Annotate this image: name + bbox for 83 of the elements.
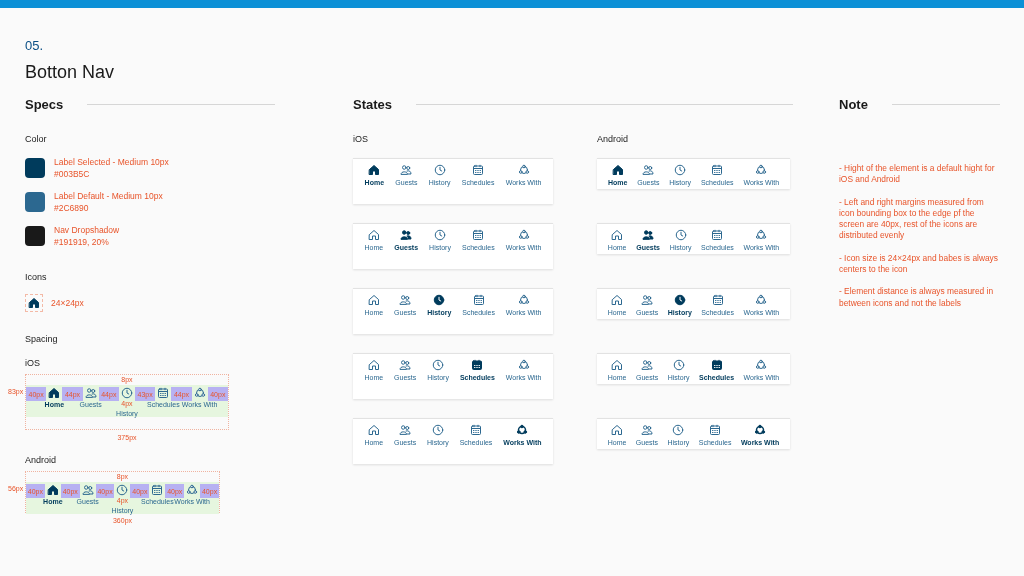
clock-icon xyxy=(431,424,444,436)
swatch-label: Label Selected - Medium 10px xyxy=(54,156,169,168)
calendar-icon xyxy=(470,424,482,436)
people-icon xyxy=(81,484,94,496)
calendar-icon xyxy=(711,294,724,306)
network-icon xyxy=(755,359,768,371)
swatch-label: Nav Dropshadow xyxy=(54,224,120,236)
home-icon xyxy=(611,164,624,176)
calendar-icon xyxy=(711,164,724,176)
clock-icon xyxy=(674,229,687,241)
clock-icon xyxy=(121,387,133,399)
swatch-value: #2C6890 xyxy=(54,202,90,214)
platform-label: iOS xyxy=(25,358,41,368)
calendar-icon xyxy=(471,359,484,371)
section-number: 05. xyxy=(25,38,45,53)
note-text: - Hight of the element is a default hight for iOS and Android xyxy=(839,163,996,186)
people-icon xyxy=(641,359,654,371)
calendar-icon xyxy=(472,229,485,241)
home-icon xyxy=(367,424,380,436)
network-icon xyxy=(517,294,530,306)
home-icon xyxy=(611,359,624,371)
people-icon xyxy=(640,424,653,436)
page-title: Botton Nav xyxy=(25,62,116,83)
network-icon xyxy=(516,424,529,436)
clock-icon xyxy=(674,164,687,176)
home-icon xyxy=(368,164,381,176)
clock-icon xyxy=(116,484,129,496)
calendar-icon xyxy=(709,424,722,436)
people-icon xyxy=(399,359,412,371)
network-icon xyxy=(755,164,768,176)
clock-icon xyxy=(673,294,686,306)
calendar-icon xyxy=(472,164,485,176)
clock-icon xyxy=(434,229,446,241)
calendar-icon xyxy=(151,484,164,496)
people-icon xyxy=(400,164,413,176)
clock-icon xyxy=(432,359,445,371)
section-heading: Specs xyxy=(25,97,64,112)
platform-label: Android xyxy=(25,455,58,465)
network-icon xyxy=(517,359,530,371)
people-icon xyxy=(84,387,97,399)
network-icon xyxy=(755,294,768,306)
subheading: Color xyxy=(25,134,48,144)
home-icon xyxy=(367,229,380,241)
swatch-value: #003B5C xyxy=(54,168,91,180)
home-icon xyxy=(611,294,624,306)
people-icon xyxy=(642,229,655,241)
platform-label: Android xyxy=(597,134,630,144)
swatch-value: #191919, 20% xyxy=(54,236,110,248)
network-icon xyxy=(186,484,199,496)
people-icon xyxy=(399,294,412,306)
clock-icon xyxy=(672,359,685,371)
swatch-label: Label Default - Medium 10px xyxy=(54,190,163,202)
network-icon xyxy=(517,229,530,241)
calendar-icon xyxy=(472,294,485,306)
home-icon xyxy=(46,484,59,496)
clock-icon xyxy=(433,294,446,306)
icon-size-label: 24×24px xyxy=(51,298,84,308)
people-icon xyxy=(642,164,655,176)
calendar-icon xyxy=(711,229,724,241)
network-icon xyxy=(517,164,530,176)
note-text: - Left and right margins measured from icon bounding box to the edge pf the screen are 40px, rest of the icons are distributed evenly xyxy=(839,196,985,242)
note-text: - Element distance is always measured in between icons and not the labels xyxy=(839,286,995,309)
home-icon xyxy=(611,229,624,241)
home-icon xyxy=(611,424,624,436)
subheading: Spacing xyxy=(25,334,59,344)
subheading: Icons xyxy=(25,272,48,282)
calendar-icon xyxy=(710,359,723,371)
network-icon xyxy=(754,424,767,436)
people-icon xyxy=(400,229,413,241)
network-icon xyxy=(193,387,206,399)
home-icon xyxy=(48,387,61,399)
section-heading: Note xyxy=(839,97,868,112)
home-icon xyxy=(367,294,380,306)
network-icon xyxy=(755,229,768,241)
people-icon xyxy=(641,294,654,306)
clock-icon xyxy=(672,424,685,436)
home-icon xyxy=(367,359,380,371)
people-icon xyxy=(399,424,412,436)
clock-icon xyxy=(433,164,446,176)
section-heading: States xyxy=(353,97,393,112)
note-text: - Icon size is 24×24px and babes is always centers to the icon xyxy=(839,252,999,276)
platform-label: iOS xyxy=(353,134,369,144)
calendar-icon xyxy=(157,387,170,399)
